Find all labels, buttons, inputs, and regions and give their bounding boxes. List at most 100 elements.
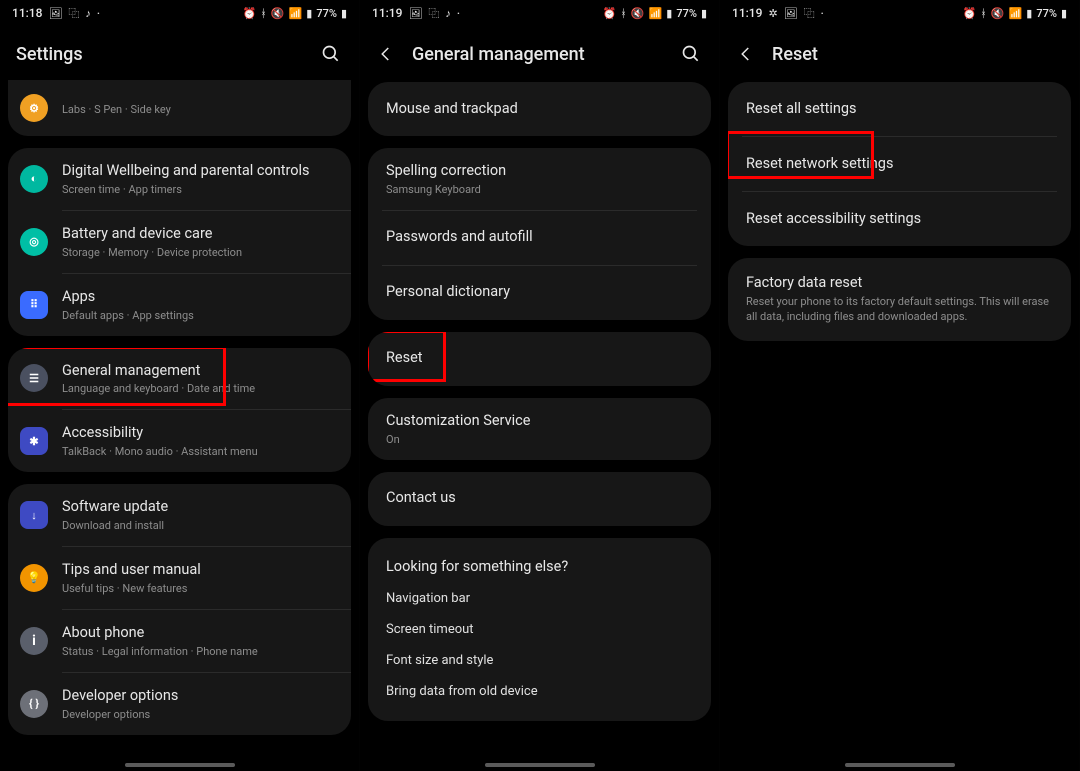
gm-group-looking: Looking for something else? Navigation b… — [368, 538, 711, 721]
link-bring-data[interactable]: Bring data from old device — [368, 676, 711, 707]
gm-item-dictionary[interactable]: Personal dictionary — [368, 266, 711, 320]
screenshot-icon: ⿻ — [428, 5, 439, 21]
home-indicator[interactable] — [485, 763, 595, 767]
alarm-icon: ⏰ — [603, 7, 617, 20]
battery-care-icon: ◎ — [20, 228, 48, 256]
wifi-icon: 📶 — [649, 7, 663, 20]
mute-icon: 🔇 — [991, 7, 1005, 20]
settings-group-about: ↓ Software update Download and install 💡… — [8, 484, 351, 734]
mute-icon: 🔇 — [271, 7, 285, 20]
sliders-icon: ☰ — [20, 364, 48, 392]
gm-item-spelling[interactable]: Spelling correction Samsung Keyboard — [368, 148, 711, 210]
item-title: Reset network settings — [746, 155, 1053, 174]
battery-icon: ▮ — [341, 7, 347, 20]
reset-group-1: Reset all settings Reset network setting… — [728, 82, 1071, 246]
home-indicator[interactable] — [845, 763, 955, 767]
battery-percent: 77% — [1036, 7, 1057, 20]
settings-item-wellbeing[interactable]: ◐ Digital Wellbeing and parental control… — [8, 148, 351, 210]
item-title: Reset accessibility settings — [746, 210, 1053, 229]
item-subtitle: On — [386, 433, 693, 446]
alarm-icon: ⏰ — [963, 7, 977, 20]
back-button[interactable] — [376, 45, 396, 63]
back-button[interactable] — [736, 45, 756, 63]
reset-accessibility-settings[interactable]: Reset accessibility settings — [728, 192, 1071, 246]
item-title: Developer options — [62, 687, 333, 706]
gm-item-customization[interactable]: Customization Service On — [368, 398, 711, 460]
item-title: Battery and device care — [62, 225, 333, 244]
search-button[interactable] — [679, 44, 703, 64]
apps-icon: ⠿ — [20, 291, 48, 319]
gm-item-reset[interactable]: Reset — [368, 332, 711, 386]
gm-item-mouse[interactable]: Mouse and trackpad — [368, 82, 711, 136]
gm-group-contact: Contact us — [368, 472, 711, 526]
item-subtitle: Download and install — [62, 519, 333, 532]
wifi-icon: 📶 — [289, 7, 303, 20]
item-title: Contact us — [386, 489, 693, 508]
phone-screen-3: 11:19 ✲ 🖼 ⿻ · ⏰ ᚼ 🔇 📶 ▮ 77% ▮ Reset Rese… — [720, 0, 1080, 771]
settings-item-developer[interactable]: { } Developer options Developer options — [8, 673, 351, 735]
reset-network-settings[interactable]: Reset network settings — [728, 137, 1071, 191]
factory-data-reset[interactable]: Factory data reset Reset your phone to i… — [728, 258, 1071, 341]
status-bar: 11:19 🖼 ⿻ ♪ · ⏰ ᚼ 🔇 📶 ▮ 77% ▮ — [360, 0, 719, 26]
bulb-icon: 💡 — [20, 564, 48, 592]
item-title: Customization Service — [386, 412, 693, 431]
settings-group-general: ☰ General management Language and keyboa… — [8, 348, 351, 473]
gm-group-input: Spelling correction Samsung Keyboard Pas… — [368, 148, 711, 320]
settings-item-general-management[interactable]: ☰ General management Language and keyboa… — [8, 348, 351, 410]
advanced-icon: ⚙ — [20, 94, 48, 122]
status-bar: 11:18 🖼 ⿻ ♪ · ⏰ ᚼ 🔇 📶 ▮ 77% ▮ — [0, 0, 359, 26]
signal-icon: ▮ — [1026, 7, 1032, 20]
link-navigation-bar[interactable]: Navigation bar — [368, 583, 711, 614]
battery-percent: 77% — [676, 7, 697, 20]
braces-icon: { } — [20, 690, 48, 718]
search-button[interactable] — [319, 44, 343, 64]
item-title: Accessibility — [62, 424, 333, 443]
app-bar: Reset — [720, 26, 1079, 82]
item-subtitle: Screen time · App timers — [62, 183, 333, 196]
item-title: Apps — [62, 288, 333, 307]
status-time: 11:19 — [732, 6, 762, 20]
status-time: 11:19 — [372, 6, 402, 20]
item-title: Passwords and autofill — [386, 228, 693, 247]
page-title: Reset — [772, 44, 1063, 65]
picture-icon: 🖼 — [48, 7, 62, 20]
battery-percent: 77% — [316, 7, 337, 20]
signal-icon: ▮ — [306, 7, 312, 20]
bluetooth-icon: ᚼ — [620, 7, 627, 20]
settings-item[interactable]: ⚙ Labs · S Pen · Side key — [8, 80, 351, 136]
gm-group-mouse: Mouse and trackpad — [368, 82, 711, 136]
battery-icon: ▮ — [701, 7, 707, 20]
app-bar: General management — [360, 26, 719, 82]
app-bar: Settings — [0, 26, 359, 82]
item-title: Spelling correction — [386, 162, 693, 181]
more-icon: · — [97, 7, 100, 20]
battery-icon: ▮ — [1061, 7, 1067, 20]
reset-all-settings[interactable]: Reset all settings — [728, 82, 1071, 136]
item-title: Digital Wellbeing and parental controls — [62, 162, 333, 181]
gm-group-reset: Reset — [368, 332, 711, 386]
settings-item-apps[interactable]: ⠿ Apps Default apps · App settings — [8, 274, 351, 336]
page-title: General management — [412, 44, 663, 65]
settings-item-battery[interactable]: ◎ Battery and device care Storage · Memo… — [8, 211, 351, 273]
gm-group-customization: Customization Service On — [368, 398, 711, 460]
item-title: Tips and user manual — [62, 561, 333, 580]
item-subtitle: Useful tips · New features — [62, 582, 333, 595]
info-icon: i — [20, 627, 48, 655]
item-subtitle: Reset your phone to its factory default … — [746, 295, 1053, 325]
home-indicator[interactable] — [125, 763, 235, 767]
settings-group-care: ◐ Digital Wellbeing and parental control… — [8, 148, 351, 336]
item-title: Factory data reset — [746, 274, 1053, 293]
link-font-size[interactable]: Font size and style — [368, 645, 711, 676]
alarm-icon: ⏰ — [243, 7, 257, 20]
item-subtitle: Language and keyboard · Date and time — [62, 382, 333, 395]
gm-item-passwords[interactable]: Passwords and autofill — [368, 211, 711, 265]
settings-item-about-phone[interactable]: i About phone Status · Legal information… — [8, 610, 351, 672]
settings-item-software-update[interactable]: ↓ Software update Download and install — [8, 484, 351, 546]
settings-item-tips[interactable]: 💡 Tips and user manual Useful tips · New… — [8, 547, 351, 609]
link-screen-timeout[interactable]: Screen timeout — [368, 614, 711, 645]
bluetooth-icon: ᚼ — [260, 7, 267, 20]
phone-screen-1: 11:18 🖼 ⿻ ♪ · ⏰ ᚼ 🔇 📶 ▮ 77% ▮ Settings ⚙ — [0, 0, 360, 771]
gm-item-contact[interactable]: Contact us — [368, 472, 711, 526]
item-title: About phone — [62, 624, 333, 643]
settings-item-accessibility[interactable]: ✱ Accessibility TalkBack · Mono audio · … — [8, 410, 351, 472]
